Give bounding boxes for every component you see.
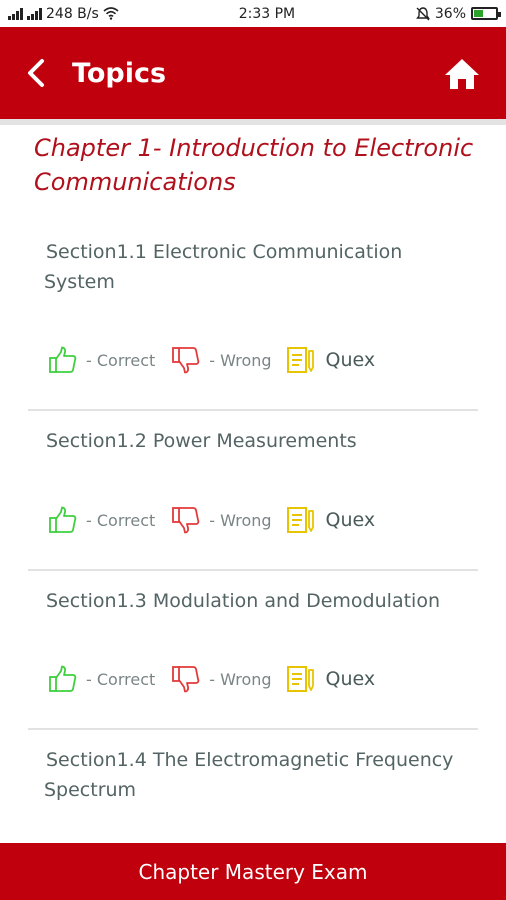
notes-pencil-icon [286,507,314,533]
back-button[interactable] [0,27,72,119]
thumbs-up-icon [49,346,77,373]
section-title[interactable]: Section1.4 The Electromagnetic Frequency… [28,745,478,805]
chapter-title: Chapter 1- Introduction to Electronic Co… [34,134,474,196]
section-title[interactable]: Section1.1 Electronic Communication Syst… [28,237,478,297]
wrong-label: - Wrong [209,510,272,530]
quex-action[interactable]: Quex [286,345,376,375]
correct-label: - Correct [86,350,156,370]
wifi-icon [103,7,119,20]
app-bar: Topics [0,27,506,119]
battery-percent: 36% [434,5,466,22]
signal-icon-2 [27,7,42,20]
correct-action[interactable]: - Correct [48,346,155,374]
section-title[interactable]: Section1.2 Power Measurements [28,426,478,456]
quex-action[interactable]: Quex [286,505,376,535]
status-time: 2:33 PM [238,5,296,22]
quex-label: Quex [325,509,376,531]
thumbs-up-icon [49,506,77,533]
correct-label: - Correct [86,510,156,530]
section-actions: - Correct - Wrong Quex [48,663,375,695]
home-icon [445,59,479,89]
list-item[interactable]: Section1.2 Power Measurements [28,426,478,456]
network-speed: 248 B/s [46,5,99,22]
quex-action[interactable]: Quex [286,664,376,694]
thumbs-up-icon [49,665,77,692]
battery-icon [471,7,501,20]
correct-action[interactable]: - Correct [48,506,155,534]
thumbs-down-icon [172,666,200,693]
status-left: 248 B/s [8,6,188,22]
status-bar: 248 B/s 2:33 PM 36% [0,0,506,27]
wrong-label: - Wrong [209,669,272,689]
quex-label: Quex [325,349,376,371]
wrong-action[interactable]: - Wrong [171,346,272,374]
mute-bell-icon [415,6,430,20]
section-actions: - Correct - Wrong Quex [48,344,375,376]
thumbs-down-icon [172,347,200,374]
topics-list: Chapter 1- Introduction to Electronic Co… [0,125,506,843]
wrong-action[interactable]: - Wrong [171,506,272,534]
chevron-left-icon [28,59,44,87]
correct-action[interactable]: - Correct [48,665,155,693]
status-right: 36% [415,5,501,22]
wrong-label: - Wrong [209,350,272,370]
correct-label: - Correct [86,669,156,689]
section-title[interactable]: Section1.3 Modulation and Demodulation [28,586,478,616]
quex-label: Quex [325,668,376,690]
list-item[interactable]: Section1.3 Modulation and Demodulation [28,586,478,616]
list-item[interactable]: Section1.4 The Electromagnetic Frequency… [28,745,478,805]
divider [28,728,478,730]
chapter-mastery-exam-button[interactable]: Chapter Mastery Exam [0,843,506,900]
section-actions: - Correct - Wrong Quex [48,504,375,536]
chapter-mastery-exam-label: Chapter Mastery Exam [138,859,368,884]
signal-icon [8,7,23,20]
list-item[interactable]: Section1.1 Electronic Communication Syst… [28,237,478,297]
home-button[interactable] [442,54,482,94]
divider [28,409,478,411]
thumbs-down-icon [172,507,200,534]
divider [28,569,478,571]
notes-pencil-icon [286,347,314,373]
page-title: Topics [72,57,167,89]
wrong-action[interactable]: - Wrong [171,665,272,693]
notes-pencil-icon [286,666,314,692]
